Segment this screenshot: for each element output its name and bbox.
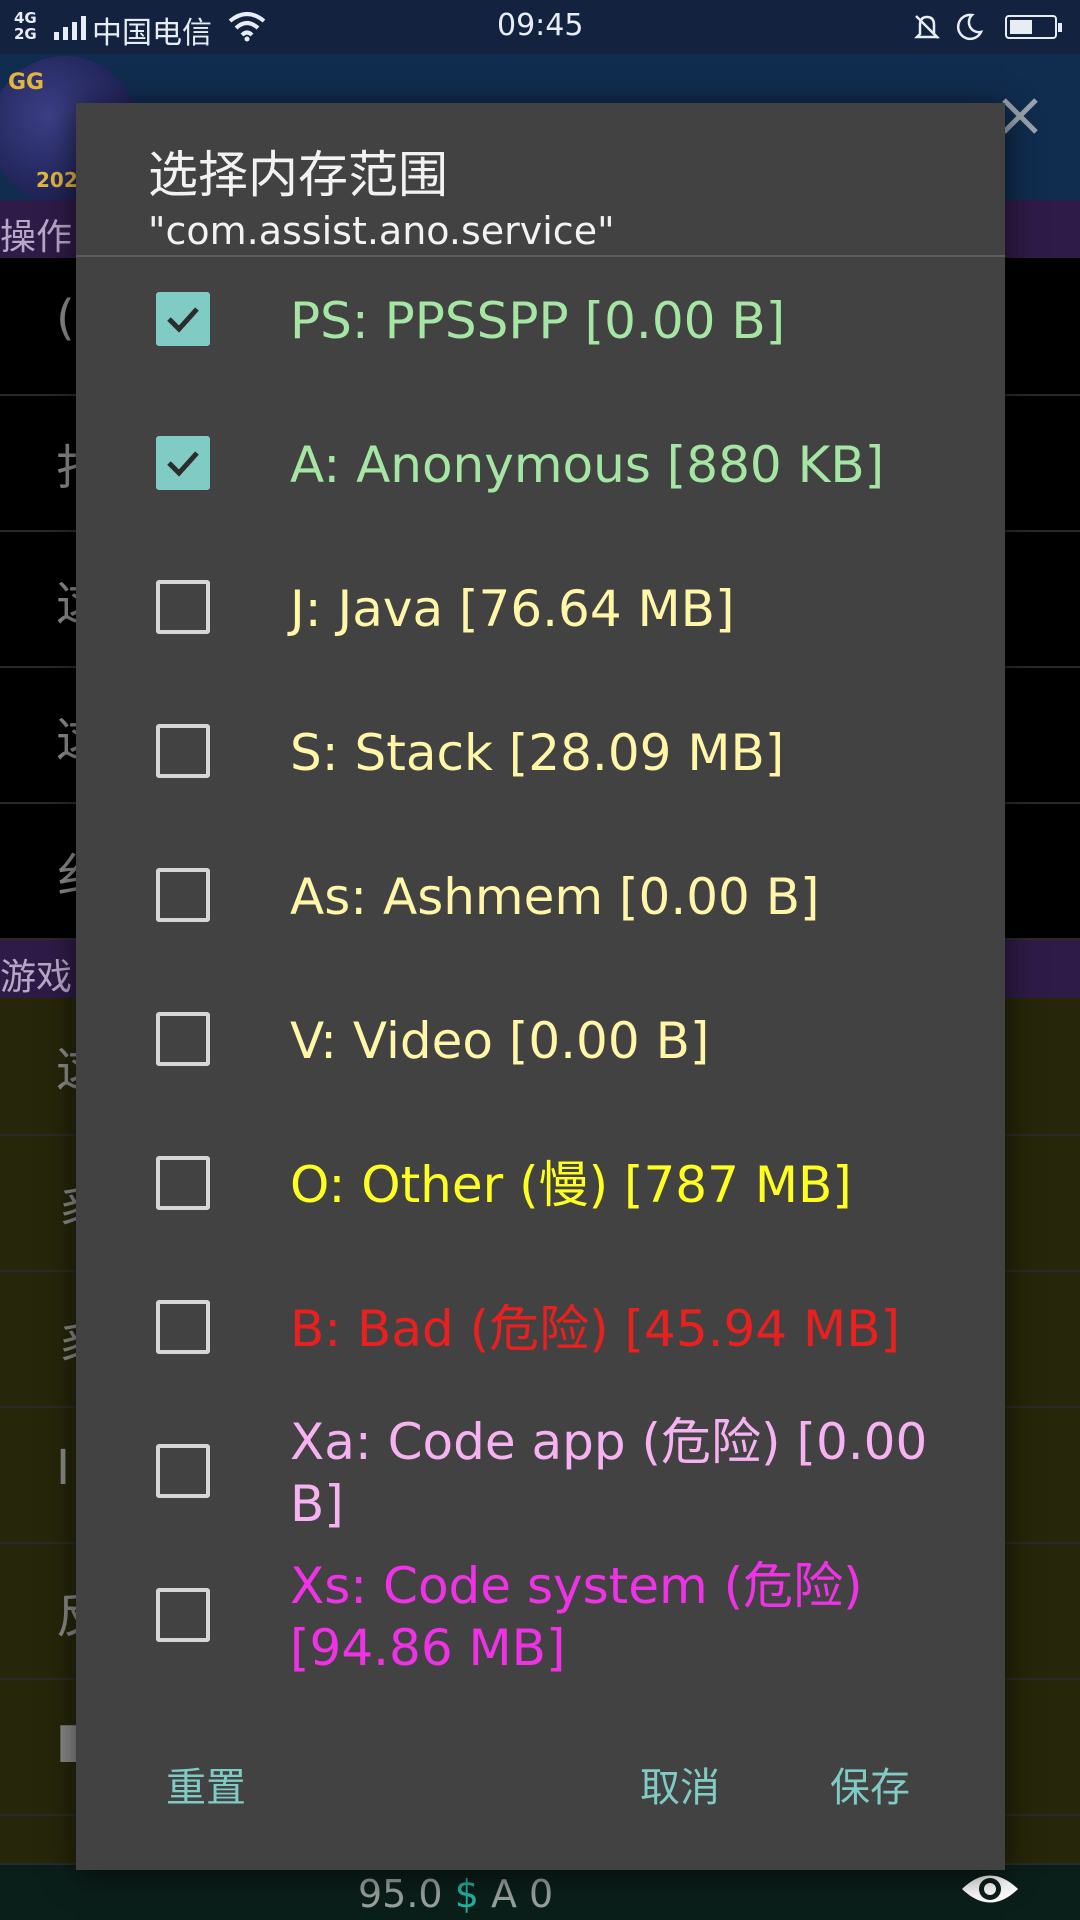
checkbox-unchecked[interactable] bbox=[156, 1588, 210, 1642]
memory-range-label: PS: PPSSPP [0.00 B] bbox=[290, 292, 786, 350]
memory-range-label: O: Other (慢) [787 MB] bbox=[290, 1156, 852, 1214]
checkbox-unchecked[interactable] bbox=[156, 1012, 210, 1066]
checkbox-unchecked[interactable] bbox=[156, 1444, 210, 1498]
checkbox-checked[interactable] bbox=[156, 436, 210, 490]
checkbox-checked[interactable] bbox=[156, 292, 210, 346]
bell-muted-icon bbox=[913, 15, 941, 39]
reset-button[interactable]: 重置 bbox=[166, 1755, 246, 1813]
memory-range-option[interactable]: S: Stack [28.09 MB] bbox=[76, 679, 1005, 823]
moon-icon bbox=[956, 13, 984, 41]
checkbox-unchecked[interactable] bbox=[156, 1156, 210, 1210]
checkbox-unchecked[interactable] bbox=[156, 724, 210, 778]
wifi-icon bbox=[228, 12, 266, 42]
bottom-stats: 95.0 $ A 0 bbox=[358, 1872, 554, 1916]
eye-icon[interactable] bbox=[960, 1866, 1020, 1912]
status-bar: 4G 2G 中国电信 09:45 bbox=[0, 0, 1080, 54]
memory-range-option[interactable]: J: Java [76.64 MB] bbox=[76, 535, 1005, 679]
memory-range-option[interactable]: PS: PPSSPP [0.00 B] bbox=[76, 247, 1005, 391]
memory-range-label: S: Stack [28.09 MB] bbox=[290, 724, 785, 782]
carrier-name: 中国电信 bbox=[92, 16, 212, 51]
memory-range-option[interactable]: Xa: Code app (危险) [0.00 B] bbox=[76, 1399, 1005, 1543]
checkbox-unchecked[interactable] bbox=[156, 1300, 210, 1354]
memory-range-label: B: Bad (危险) [45.94 MB] bbox=[290, 1300, 901, 1358]
save-button[interactable]: 保存 bbox=[830, 1755, 910, 1813]
checkmark-icon bbox=[167, 451, 199, 477]
memory-range-label: A: Anonymous [880 KB] bbox=[290, 436, 885, 494]
memory-range-option[interactable]: As: Ashmem [0.00 B] bbox=[76, 823, 1005, 967]
memory-range-option[interactable]: V: Video [0.00 B] bbox=[76, 967, 1005, 1111]
cancel-button[interactable]: 取消 bbox=[640, 1755, 720, 1813]
memory-range-dialog: 选择内存范围 "com.assist.ano.service" PS: PPSS… bbox=[76, 103, 1005, 1870]
checkbox-unchecked[interactable] bbox=[156, 868, 210, 922]
clock: 09:45 bbox=[497, 8, 584, 43]
memory-range-label: J: Java [76.64 MB] bbox=[290, 580, 735, 638]
memory-range-label: Xa: Code app (危险) [0.00 B] bbox=[290, 1413, 928, 1533]
battery-icon bbox=[1005, 15, 1062, 39]
checkmark-icon bbox=[167, 307, 199, 333]
close-icon[interactable] bbox=[1000, 96, 1040, 136]
memory-range-option[interactable]: O: Other (慢) [787 MB] bbox=[76, 1111, 1005, 1255]
network-type-icon: 4G 2G bbox=[14, 9, 37, 43]
memory-range-option[interactable]: Xs: Code system (危险) [94.86 MB] bbox=[76, 1543, 1005, 1687]
memory-range-option[interactable]: B: Bad (危险) [45.94 MB] bbox=[76, 1255, 1005, 1399]
memory-range-option[interactable]: A: Anonymous [880 KB] bbox=[76, 391, 1005, 535]
memory-range-label: Xs: Code system (危险) [94.86 MB] bbox=[290, 1557, 863, 1677]
signal-icon bbox=[54, 14, 86, 40]
dialog-title: 选择内存范围 bbox=[148, 146, 448, 204]
checkbox-unchecked[interactable] bbox=[156, 580, 210, 634]
memory-range-label: V: Video [0.00 B] bbox=[290, 1012, 710, 1070]
memory-range-label: As: Ashmem [0.00 B] bbox=[290, 868, 820, 926]
